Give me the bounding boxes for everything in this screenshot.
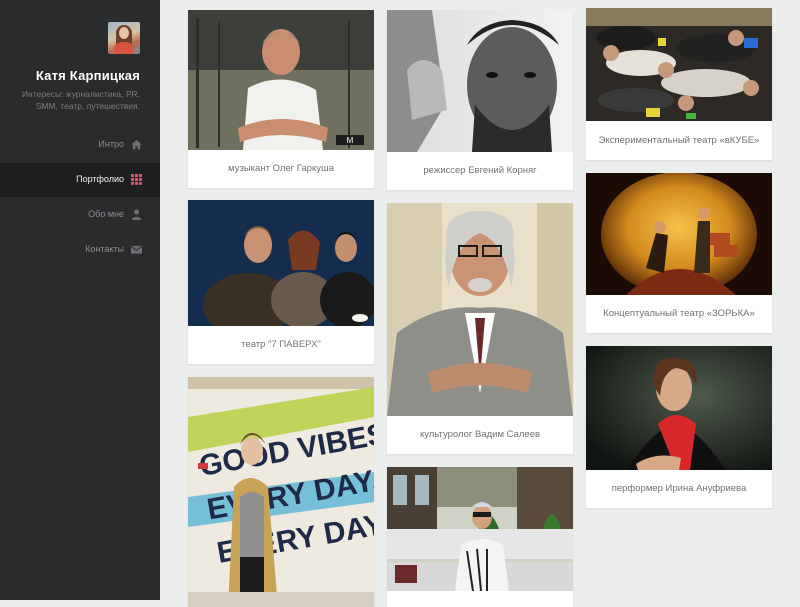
portfolio-photo[interactable]: M <box>188 10 374 150</box>
portfolio-caption: режиссер Евгений Корняг <box>423 165 537 176</box>
nav-item-label: Контакты <box>85 244 124 254</box>
portfolio-card[interactable]: Концептуальный театр «ЗОРЬКА» <box>586 173 772 333</box>
portfolio-caption: театр "7 ПАВЕРХ" <box>241 339 321 350</box>
portfolio-card[interactable]: GOOD VIBES. EVERY DAY. EVERY DAY. <box>188 377 374 607</box>
nav-item-about[interactable]: Обо мне <box>0 198 160 232</box>
portfolio-caption: Экспериментальный театр «вКУБЕ» <box>598 135 760 146</box>
envelope-icon <box>131 245 142 254</box>
home-icon <box>131 139 142 150</box>
photo-watermark: M <box>347 136 354 145</box>
portfolio-caption: Концептуальный театр «ЗОРЬКА» <box>603 308 755 319</box>
portfolio-photo[interactable] <box>586 173 772 295</box>
portfolio-caption: перформер Ирина Ануфриева <box>611 483 747 494</box>
portfolio-card[interactable]: культуролог Вадим Салеев <box>387 203 573 454</box>
portfolio-caption: культуролог Вадим Салеев <box>419 429 541 440</box>
portfolio-photo[interactable] <box>387 467 573 591</box>
nav-item-contacts[interactable]: Контакты <box>0 233 160 267</box>
portfolio-photo[interactable] <box>586 8 772 121</box>
portfolio-card[interactable]: режиссер Евгений Корняг <box>387 10 573 190</box>
portfolio-caption: музыкант Олег Гаркуша <box>228 163 334 174</box>
portfolio-photo[interactable] <box>387 203 573 416</box>
nav-item-portfolio[interactable]: Портфолио <box>0 163 160 197</box>
nav-item-label: Портфолио <box>76 174 124 184</box>
portfolio-card[interactable]: M музыкант Олег Гаркуша <box>188 10 374 188</box>
grid-icon <box>131 174 142 185</box>
nav-item-label: Обо мне <box>88 209 124 219</box>
avatar[interactable] <box>108 22 140 54</box>
portfolio-photo[interactable] <box>586 346 772 470</box>
portfolio-card[interactable]: перформер Ирина Ануфриева <box>586 346 772 508</box>
site-description: Интересы: журналистика, PR, SMM, театр, … <box>21 89 140 111</box>
portfolio-card[interactable]: Экспериментальный театр «вКУБЕ» <box>586 8 772 160</box>
portfolio-photo[interactable]: GOOD VIBES. EVERY DAY. EVERY DAY. <box>188 377 374 607</box>
user-icon <box>131 209 142 220</box>
sidebar: Катя Карпицкая Интересы: журналистика, P… <box>0 0 160 600</box>
portfolio-card[interactable]: театр "7 ПАВЕРХ" <box>188 200 374 364</box>
portfolio-photo[interactable] <box>387 10 573 152</box>
portfolio-card[interactable] <box>387 467 573 607</box>
portfolio-photo[interactable] <box>188 200 374 326</box>
nav-item-intro[interactable]: Интро <box>0 128 160 162</box>
portfolio-grid: M музыкант Олег Гаркуша режиссер Евгений… <box>160 0 800 607</box>
nav-item-label: Интро <box>98 139 124 149</box>
site-title[interactable]: Катя Карпицкая <box>0 68 140 83</box>
